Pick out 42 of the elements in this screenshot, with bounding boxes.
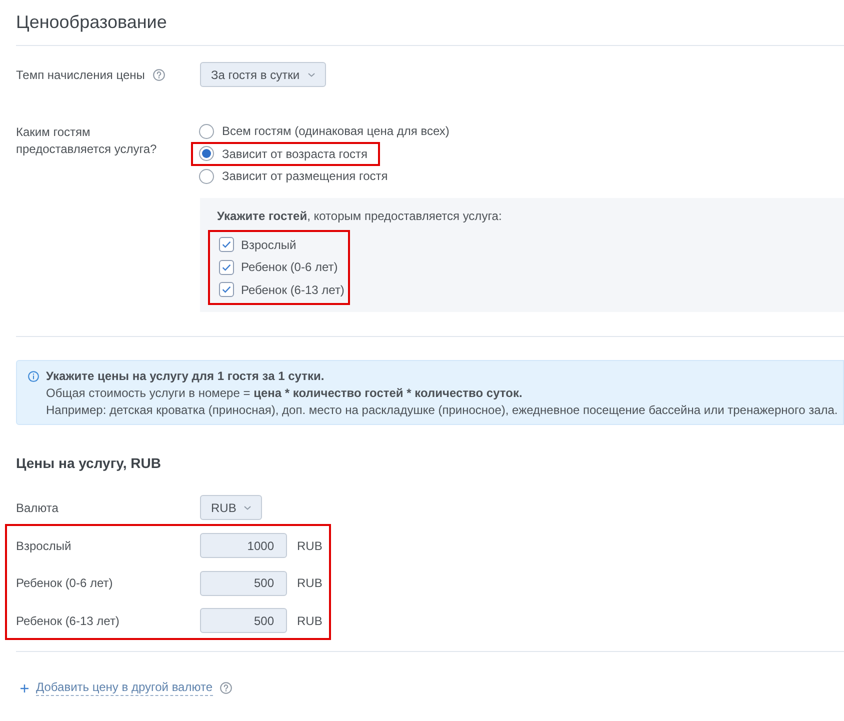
prices-title: Цены на услугу, RUB [16, 454, 162, 472]
field-label: Каким гостям предоставляется услуга? [16, 124, 158, 158]
check-icon [222, 264, 231, 271]
currency-unit: RUB [297, 575, 322, 592]
check-icon [222, 241, 231, 248]
checkbox[interactable] [219, 237, 234, 252]
help-icon[interactable] [220, 682, 232, 694]
panel-heading: Укажите гостей, которым предоставляется услуга: [217, 208, 502, 224]
dropdown[interactable]: За гостя в сутки [200, 62, 326, 87]
checkbox-label: Взрослый [241, 236, 296, 254]
check-icon [222, 286, 231, 294]
currency-unit: RUB [297, 612, 322, 630]
currency-unit: RUB [297, 538, 322, 554]
plus-icon[interactable] [20, 684, 29, 692]
checkbox[interactable] [219, 282, 234, 298]
field-label: Темп начисления цены [16, 66, 145, 84]
radio-button[interactable] [199, 124, 214, 139]
price-input[interactable]: 1000 [200, 533, 287, 558]
radio-label: Зависит от возраста гостя [222, 146, 368, 163]
checkbox[interactable] [219, 260, 234, 275]
info-text: Например: детская кроватка (приносная), доп. место на раскладушке (приносное), ежедневное посещение бассейна или тренажерного зала. [46, 402, 838, 419]
price-input[interactable]: 500 [200, 608, 287, 633]
field-label: Взрослый [16, 538, 72, 552]
field-label: Ребенок (0-6 лет) [16, 576, 113, 590]
price-input[interactable]: 500 [200, 570, 287, 596]
add-currency-link[interactable]: Добавить цену в другой валюте [36, 680, 213, 696]
info-text: Общая стоимость услуги в номере = цена * количество гостей * количество суток. [46, 385, 524, 402]
section-title: Ценообразование [16, 11, 168, 34]
info-title: Укажите цены на услугу для 1 гостя за 1 сутки. [46, 368, 326, 385]
field-label: Ребенок (6-13 лет) [16, 614, 120, 628]
radio-label: Зависит от размещения гостя [222, 168, 388, 186]
checkbox-label: Ребенок (0-6 лет) [241, 259, 338, 276]
dropdown[interactable]: RUB [200, 495, 262, 520]
radio-button[interactable] [199, 168, 214, 184]
checkbox-label: Ребенок (6-13 лет) [241, 282, 344, 299]
radio-label: Всем гостям (одинаковая цена для всех) [222, 123, 450, 140]
radio-button[interactable] [199, 146, 214, 162]
caret-icon [308, 72, 315, 76]
help-icon[interactable] [152, 68, 165, 80]
caret-icon [244, 506, 252, 510]
field-label: Валюта [16, 500, 58, 514]
info-icon [28, 371, 39, 382]
